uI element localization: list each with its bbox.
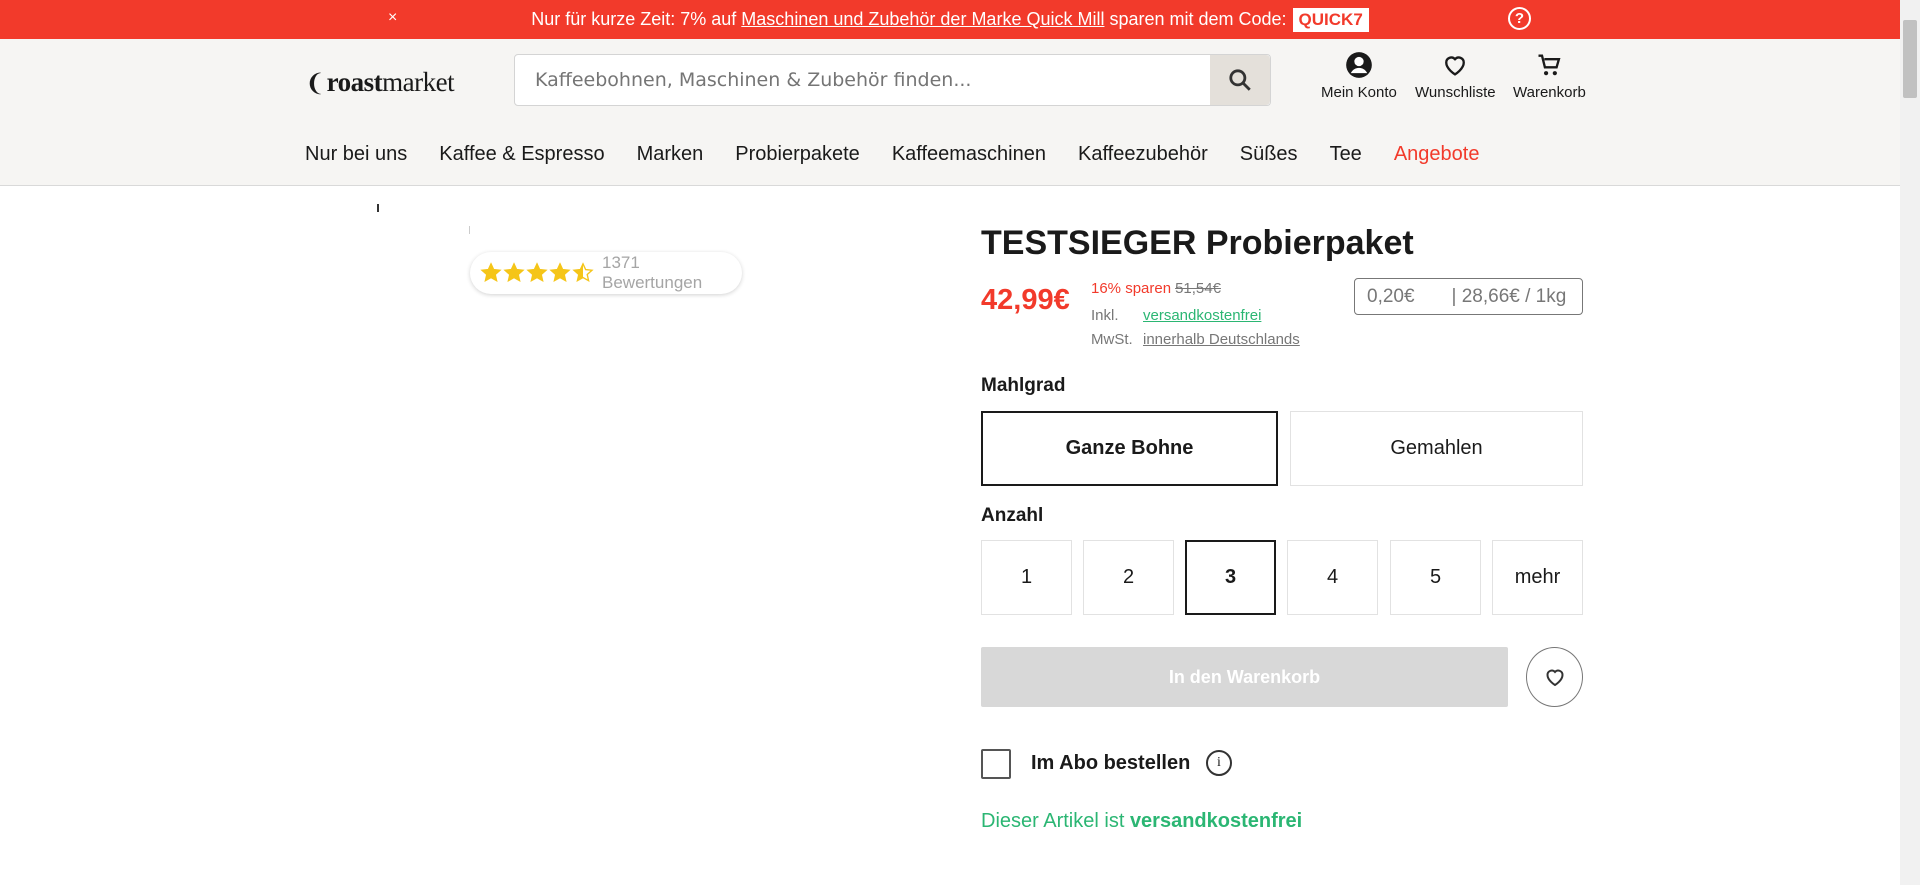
star-icon (526, 262, 548, 283)
free-shipping-prefix: Dieser Artikel ist (981, 810, 1130, 832)
add-to-wishlist-button[interactable] (1526, 647, 1583, 707)
account-icon (1346, 52, 1372, 78)
grind-option-ground[interactable]: Gemahlen (1290, 411, 1583, 486)
free-shipping-note: Dieser Artikel ist versandkostenfrei (981, 810, 1302, 833)
wishlist-link[interactable]: Wunschliste (1415, 51, 1496, 101)
search-bar (514, 54, 1271, 106)
image-marker (377, 204, 379, 212)
rating-count: 1371 Bewertungen (602, 253, 703, 292)
shipping-free-link[interactable]: versandkostenfrei (1143, 304, 1300, 328)
nav-item[interactable]: Tee (1330, 143, 1362, 166)
qty-option-selected[interactable]: 3 (1185, 540, 1276, 615)
heart-icon (1546, 669, 1563, 687)
shipping-info: versandkostenfrei innerhalb Deutschlands (1143, 304, 1300, 352)
discount-info: 16% sparen 51,54€ (1091, 280, 1221, 297)
star-icon (549, 262, 571, 283)
nav-item[interactable]: Kaffeemaschinen (892, 143, 1046, 166)
scrollbar-thumb[interactable] (1903, 20, 1917, 98)
nav-item[interactable]: Nur bei uns (305, 143, 407, 166)
cart-link[interactable]: Warenkorb (1513, 51, 1586, 101)
grind-label: Mahlgrad (981, 375, 1066, 396)
grind-option-whole[interactable]: Ganze Bohne (981, 411, 1278, 486)
product-title: TESTSIEGER Probierpaket (981, 224, 1414, 262)
free-shipping-bold: versandkostenfrei (1129, 810, 1303, 832)
old-price: 51,54€ (1175, 280, 1221, 297)
main-nav: Nur bei uns Kaffee & Espresso Marken Pro… (305, 143, 1511, 166)
tax-info: Inkl. MwSt. (1091, 304, 1133, 352)
product-price: 42,99€ (981, 284, 1070, 316)
qty-option[interactable]: 1 (981, 540, 1072, 615)
cart-label: Warenkorb (1513, 84, 1586, 101)
qty-option-more[interactable]: mehr (1492, 540, 1583, 615)
subscription-label[interactable]: Im Abo bestellen (1031, 752, 1190, 775)
nav-item[interactable]: Kaffeezubehör (1078, 143, 1208, 166)
account-label: Mein Konto (1321, 84, 1397, 101)
search-input[interactable] (515, 55, 1210, 105)
promo-text: Nur für kurze Zeit: 7% auf Maschinen und… (531, 9, 1286, 30)
nav-item-sale[interactable]: Angebote (1394, 143, 1480, 166)
star-icon (480, 262, 502, 283)
qty-label: Anzahl (981, 505, 1044, 526)
search-button[interactable] (1210, 55, 1270, 105)
qty-option[interactable]: 5 (1390, 540, 1481, 615)
logo[interactable]: ❨roastmarket (305, 67, 455, 98)
promo-code: QUICK7 (1292, 7, 1369, 32)
product-page: 1371 Bewertungen TESTSIEGER Probierpaket… (0, 186, 1900, 885)
nav-item[interactable]: Süßes (1240, 143, 1298, 166)
star-icon (503, 262, 525, 283)
tax-mwst: MwSt. (1091, 331, 1133, 348)
promo-link[interactable]: Maschinen und Zubehör der Marke Quick Mi… (741, 9, 1104, 29)
nav-item[interactable]: Probierpakete (735, 143, 860, 166)
tax-inkl: Inkl. (1091, 307, 1119, 324)
image-marker (469, 226, 470, 234)
wishlist-label: Wunschliste (1415, 84, 1496, 101)
promo-prefix: Nur für kurze Zeit: 7% auf (531, 9, 742, 29)
unit-price: 0,20€ | 28,66€ / 1kg (1354, 278, 1583, 315)
rating-badge[interactable]: 1371 Bewertungen (470, 252, 742, 294)
add-to-cart-button[interactable]: In den Warenkorb (981, 647, 1508, 707)
qty-option[interactable]: 4 (1287, 540, 1378, 615)
site-header: ❨roastmarket Mein Konto Wunschliste Ware… (0, 39, 1900, 186)
cart-icon (1538, 54, 1561, 76)
discount-label: 16% sparen (1091, 280, 1172, 297)
nav-item[interactable]: Marken (637, 143, 704, 166)
subscription-checkbox[interactable] (981, 749, 1011, 779)
scrollbar[interactable] (1900, 0, 1920, 885)
qty-option[interactable]: 2 (1083, 540, 1174, 615)
star-rating (480, 262, 594, 284)
close-icon[interactable]: × (388, 9, 397, 27)
help-icon[interactable]: ? (1508, 7, 1531, 30)
logo-mark-icon: ❨ (305, 71, 325, 97)
nav-item[interactable]: Kaffee & Espresso (439, 143, 604, 166)
search-icon (1229, 69, 1251, 91)
logo-bold: roast (326, 67, 383, 97)
promo-suffix: sparen mit dem Code: (1104, 9, 1287, 29)
info-icon[interactable]: i (1206, 750, 1232, 776)
promo-banner: × Nur für kurze Zeit: 7% auf Maschinen u… (0, 0, 1900, 39)
account-link[interactable]: Mein Konto (1321, 51, 1397, 101)
star-icon (572, 262, 594, 283)
shipping-region-link[interactable]: innerhalb Deutschlands (1143, 328, 1300, 352)
heart-icon (1445, 56, 1466, 76)
logo-rest: market (382, 67, 455, 97)
